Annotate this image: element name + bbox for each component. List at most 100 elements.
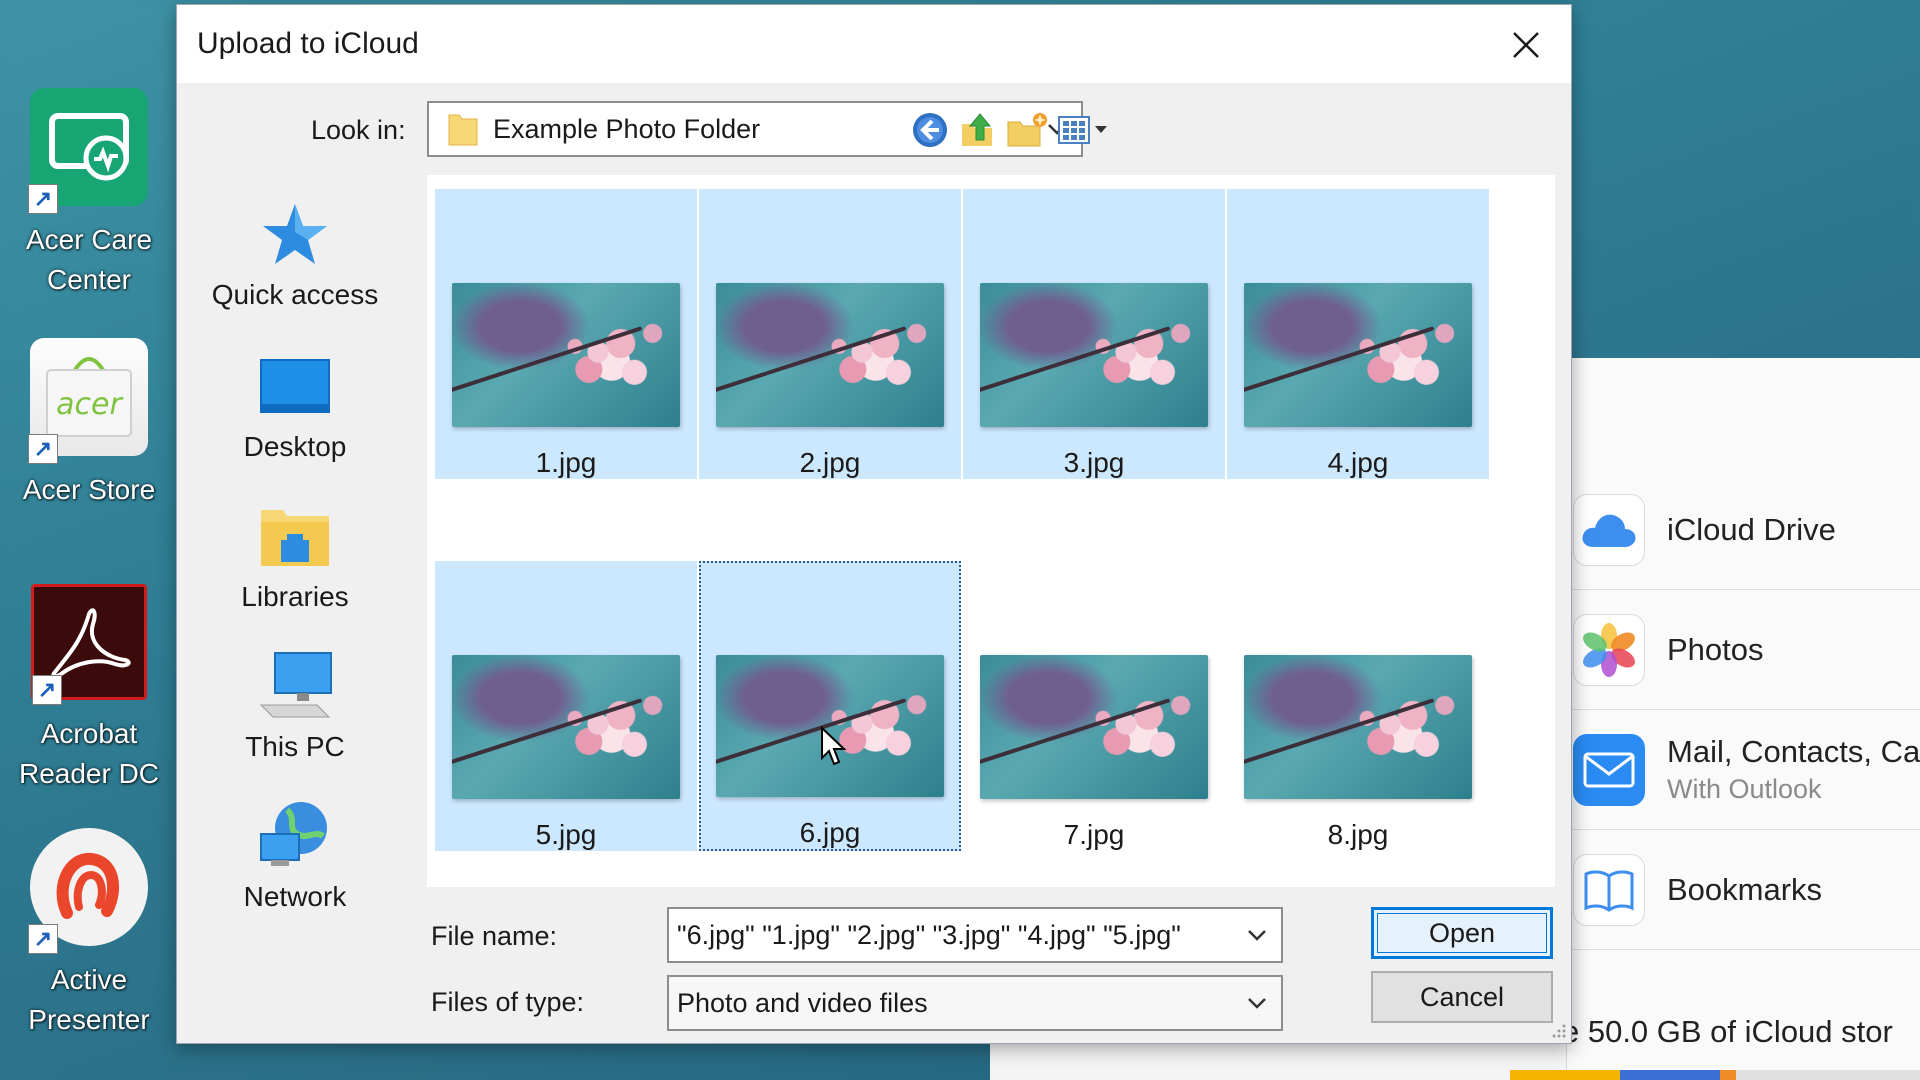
dialog-title: Upload to iCloud	[197, 27, 419, 60]
file-name: 7.jpg	[1063, 819, 1125, 850]
back-arrow-icon	[913, 113, 947, 147]
close-button[interactable]	[1495, 17, 1557, 73]
desktop-icon-label: Active Presenter	[28, 964, 150, 1035]
place-label: Network	[243, 881, 347, 912]
photo-thumbnail	[1244, 283, 1472, 427]
file-item-focused[interactable]: 6.jpg	[699, 561, 961, 851]
folder-icon	[448, 114, 478, 146]
desktop-icon-active-presenter[interactable]: ↗ Active Presenter	[12, 828, 166, 1040]
photo-thumbnail	[452, 655, 680, 799]
photo-thumbnail	[452, 283, 680, 427]
upload-dialog: Upload to iCloud Look in: Example Photo …	[176, 4, 1572, 1044]
acer-store-icon: acer ↗	[28, 338, 148, 464]
new-folder-button[interactable]	[1003, 107, 1051, 153]
desktop-icon-acer-store[interactable]: acer ↗ Acer Store	[12, 338, 166, 510]
up-one-level-button[interactable]	[955, 107, 1001, 153]
place-label: Desktop	[243, 431, 347, 462]
mouse-cursor-icon	[821, 726, 847, 766]
photo-thumbnail	[980, 283, 1208, 427]
cancel-button[interactable]: Cancel	[1371, 971, 1553, 1023]
chevron-down-icon	[1248, 998, 1266, 1009]
icloud-item-mail[interactable]: Mail, Contacts, Ca With Outlook	[1567, 710, 1920, 830]
desktop-icon-acer-care-center[interactable]: ↗ Acer Care Center	[12, 88, 166, 300]
icloud-item-title: Bookmarks	[1667, 871, 1823, 907]
file-item[interactable]: 3.jpg	[963, 189, 1225, 479]
file-item[interactable]: 2.jpg	[699, 189, 961, 479]
active-presenter-icon: ↗	[28, 828, 148, 954]
view-menu-button[interactable]	[1055, 107, 1115, 153]
photo-thumbnail	[716, 283, 944, 427]
network-globe-icon	[255, 801, 335, 871]
desktop-icon-label: Acer Care Center	[25, 224, 153, 295]
file-item[interactable]: 1.jpg	[435, 189, 697, 479]
icloud-item-title: Mail, Contacts, Ca	[1667, 734, 1920, 769]
file-type-value: Photo and video files	[677, 987, 928, 1018]
photo-thumbnail	[980, 655, 1208, 799]
icloud-services-panel: iCloud Drive Photos Mail, Contacts, Ca W…	[1566, 358, 1920, 1080]
file-name-label: File name:	[431, 921, 558, 951]
close-icon	[1513, 32, 1539, 58]
icloud-storage-bar	[1510, 1070, 1920, 1080]
file-type-label: Files of type:	[431, 987, 585, 1017]
file-name: 5.jpg	[535, 819, 597, 850]
file-name: 1.jpg	[535, 447, 597, 478]
place-desktop[interactable]: Desktop	[195, 351, 395, 463]
mail-icon	[1573, 733, 1645, 806]
acrobat-reader-icon: ↗	[31, 584, 147, 705]
open-button[interactable]: Open	[1371, 907, 1553, 959]
icloud-drive-icon	[1573, 493, 1645, 566]
file-list[interactable]: 1.jpg 2.jpg 3.jpg 4.jpg 5.jpg 6.jpg 7.jp…	[427, 175, 1555, 887]
file-item[interactable]: 7.jpg	[963, 561, 1225, 851]
acer-care-center-icon: ↗	[28, 88, 148, 214]
dialog-titlebar[interactable]: Upload to iCloud	[177, 5, 1571, 83]
bookmarks-icon	[1573, 853, 1645, 926]
folder-up-icon	[962, 113, 992, 146]
libraries-icon	[255, 501, 335, 571]
places-bar: Quick access Desktop Libraries This PC N…	[195, 175, 395, 915]
star-icon	[255, 199, 335, 269]
file-item[interactable]: 8.jpg	[1227, 561, 1489, 851]
shortcut-arrow-icon: ↗	[32, 675, 62, 705]
icloud-item-title: iCloud Drive	[1667, 511, 1836, 547]
place-label: Libraries	[241, 581, 349, 612]
chevron-down-icon[interactable]	[1241, 919, 1273, 951]
file-name-input[interactable]: "6.jpg" "1.jpg" "2.jpg" "3.jpg" "4.jpg" …	[667, 907, 1283, 963]
file-type-dropdown[interactable]: Photo and video files	[667, 975, 1283, 1031]
file-name: 6.jpg	[799, 817, 861, 848]
desktop-icon-label: Acer Store	[22, 474, 156, 505]
file-name: 4.jpg	[1327, 447, 1389, 478]
shortcut-arrow-icon: ↗	[28, 924, 58, 954]
file-name: 2.jpg	[799, 447, 861, 478]
desktop-icon-acrobat-reader[interactable]: ↗ Acrobat Reader DC	[12, 584, 166, 794]
file-name: 3.jpg	[1063, 447, 1125, 478]
new-folder-icon	[1007, 113, 1047, 147]
look-in-label: Look in:	[311, 115, 406, 145]
place-libraries[interactable]: Libraries	[195, 501, 395, 613]
icloud-item-drive[interactable]: iCloud Drive	[1567, 470, 1920, 590]
svg-text:acer: acer	[56, 387, 123, 422]
desktop-icon-label: Acrobat Reader DC	[18, 718, 160, 789]
icloud-item-bookmarks[interactable]: Bookmarks	[1567, 830, 1920, 950]
icloud-item-title: Photos	[1667, 631, 1764, 667]
file-name: 8.jpg	[1327, 819, 1389, 850]
photo-thumbnail	[1244, 655, 1472, 799]
place-quick-access[interactable]: Quick access	[195, 199, 395, 311]
place-this-pc[interactable]: This PC	[195, 651, 395, 763]
place-label: This PC	[245, 731, 345, 762]
place-label: Quick access	[211, 279, 379, 310]
file-item[interactable]: 4.jpg	[1227, 189, 1489, 479]
photos-icon	[1573, 613, 1645, 686]
file-name-value: "6.jpg" "1.jpg" "2.jpg" "3.jpg" "4.jpg" …	[677, 919, 1181, 950]
shortcut-arrow-icon: ↗	[28, 434, 58, 464]
shortcut-arrow-icon: ↗	[28, 184, 58, 214]
file-item[interactable]: 5.jpg	[435, 561, 697, 851]
computer-icon	[255, 651, 335, 721]
view-grid-icon	[1058, 116, 1107, 144]
place-network[interactable]: Network	[195, 801, 395, 913]
back-button[interactable]	[907, 107, 953, 153]
desktop-icon	[255, 351, 335, 421]
resize-grip-icon[interactable]	[1549, 1021, 1567, 1039]
icloud-item-photos[interactable]: Photos	[1567, 590, 1920, 710]
icloud-item-subtitle: With Outlook	[1667, 774, 1822, 804]
look-in-value: Example Photo Folder	[493, 113, 761, 144]
